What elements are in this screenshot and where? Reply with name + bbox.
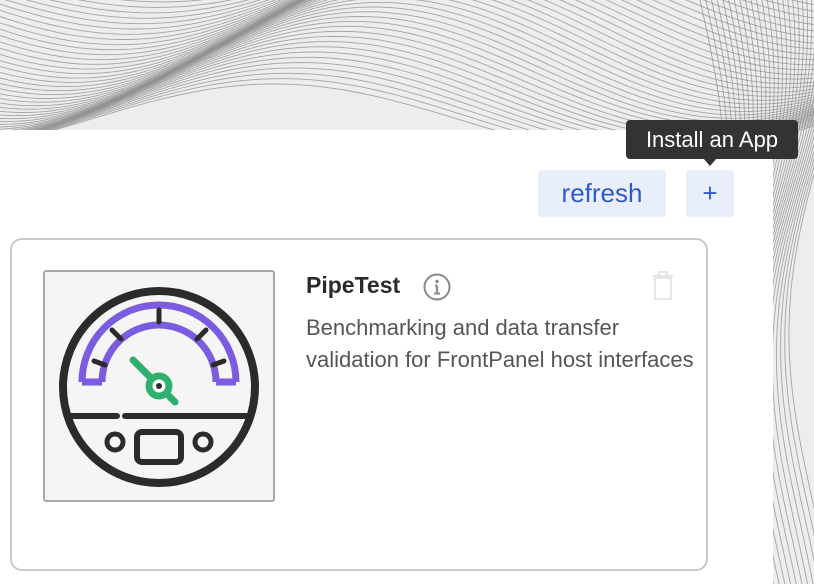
app-title: PipeTest [306,272,401,298]
delete-icon[interactable] [651,271,675,301]
tooltip-arrow [703,158,717,166]
app-window: refresh + Install an App PipeTest Benchm… [0,0,814,584]
app-card[interactable]: PipeTest Benchmarking and data transfer … [10,238,708,571]
app-description: Benchmarking and data transfer validatio… [306,315,694,372]
gauge-icon [59,287,259,487]
refresh-button[interactable]: refresh [538,170,666,217]
install-app-tooltip: Install an App [626,120,798,159]
install-app-button[interactable]: + [686,170,734,217]
app-thumbnail[interactable] [43,270,275,502]
info-icon[interactable] [423,273,451,301]
